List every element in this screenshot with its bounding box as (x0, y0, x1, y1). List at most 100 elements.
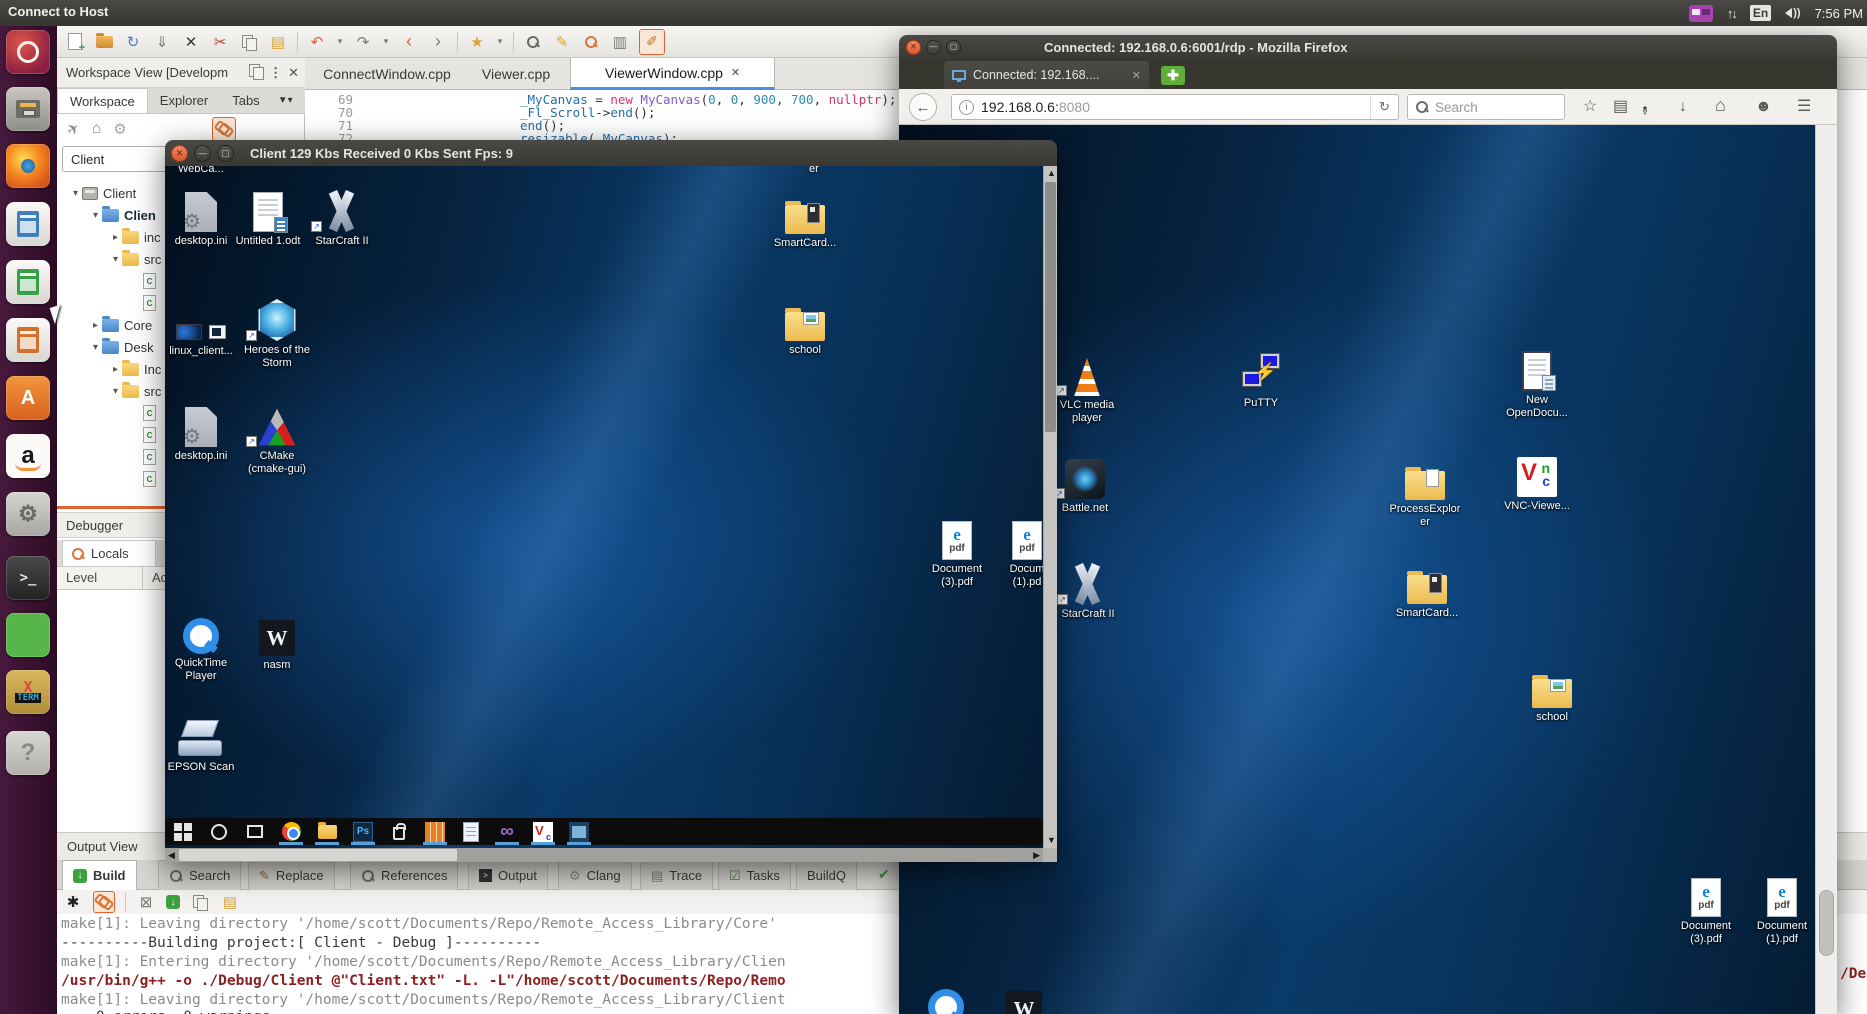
tab-build[interactable]: ↓ Build (62, 860, 137, 890)
clock[interactable]: 7:56 PM (1815, 6, 1863, 21)
save-log-icon[interactable]: ↓ (166, 895, 180, 909)
site-info-icon[interactable]: i (959, 99, 974, 115)
filter-dropdown-icon[interactable]: ▼▾ (272, 88, 299, 113)
desktop-icon-untitled-odt[interactable]: Untitled 1.odt (229, 188, 307, 248)
tab-replace[interactable]: ✎ Replace (248, 860, 335, 890)
back-button[interactable]: ← (909, 93, 937, 121)
remote-desktop[interactable]: WebCa... er ⚙ desktop.ini Untitled 1.odt … (165, 166, 1043, 848)
launcher-settings-icon[interactable]: ⚙ (6, 492, 50, 536)
bookmark-icon[interactable]: ★ (467, 32, 487, 52)
desktop-icon-quicktime-cut[interactable] (907, 981, 985, 1014)
paste-icon[interactable]: ▤ (220, 892, 240, 912)
chrome-icon[interactable] (273, 818, 309, 845)
tab-search[interactable]: Search (158, 860, 242, 890)
minimize-button[interactable]: — (926, 39, 941, 55)
gear-icon[interactable]: ⚙ (113, 120, 126, 138)
spreadsheet-icon[interactable] (417, 818, 453, 845)
cut-icon[interactable]: ✂ (210, 32, 230, 52)
launcher-firefox-icon[interactable] (6, 144, 50, 188)
notepad-icon[interactable] (453, 818, 489, 845)
desktop-icon-nasm[interactable]: Wnasm (238, 612, 316, 672)
project-select[interactable]: Client ▴▾ (62, 146, 174, 172)
bookmark-dropdown-icon[interactable]: ▾ (496, 32, 504, 52)
tab-viewerwindow-cpp[interactable]: ViewerWindow.cpp ✕ (570, 58, 775, 90)
scrollbar-thumb[interactable] (1045, 182, 1056, 432)
pin-icon[interactable]: ✱ (63, 892, 83, 912)
tab-clang[interactable]: ⚙ Clang (558, 860, 632, 890)
scroll-left-icon[interactable]: ◀ (168, 850, 175, 860)
visual-studio-icon[interactable]: ∞ (489, 818, 525, 845)
copy-icon[interactable] (239, 32, 259, 52)
back-icon[interactable]: ‹ (399, 31, 419, 52)
close-button[interactable]: ✕ (171, 144, 188, 162)
desktop-icon-starcraft2[interactable]: ↗ StarCraft II (303, 188, 381, 248)
maximize-button[interactable]: ▢ (217, 144, 234, 162)
clear-icon[interactable]: ⊠ (136, 892, 156, 912)
scroll-up-icon[interactable]: ▲ (1047, 169, 1056, 178)
vertical-scrollbar[interactable]: ▲ ▼ (1043, 166, 1057, 848)
link-scroll-toggle[interactable] (93, 891, 115, 913)
screen-share-icon[interactable] (1688, 4, 1713, 22)
desktop-icon-smartcard[interactable]: SmartCard... (766, 190, 844, 250)
desktop-icon-cmake[interactable]: ↗ CMake (cmake-gui) (238, 403, 316, 476)
forward-icon[interactable]: › (428, 31, 448, 52)
bookmark-star-icon[interactable]: ☆ (1583, 97, 1597, 117)
desktop-icon-putty[interactable]: ⚡ PuTTY (1222, 350, 1300, 410)
tab-viewer-cpp[interactable]: Viewer.cpp (462, 58, 570, 90)
photoshop-icon[interactable]: Ps (345, 818, 381, 845)
close-panel-icon[interactable]: ✕ (288, 65, 299, 81)
close-button[interactable]: ✕ (906, 39, 921, 55)
keyboard-layout-badge[interactable]: En (1749, 5, 1772, 21)
desktop-icon-school[interactable]: school (766, 297, 844, 357)
network-arrows-icon[interactable]: ↑↓ (1727, 6, 1738, 21)
copy-icon[interactable] (190, 892, 210, 912)
desktop-icon-document3-pdf[interactable]: e pdf Document (3).pdf (1667, 873, 1745, 946)
save-icon[interactable]: ⇓ (152, 32, 172, 52)
scroll-down-icon[interactable]: ▼ (1047, 836, 1056, 845)
reload-icon[interactable]: ↻ (1370, 95, 1398, 119)
desktop-icon-desktopini2[interactable]: ⚙ desktop.ini (165, 403, 240, 463)
tab-connectwindow-cpp[interactable]: ConnectWindow.cpp (312, 58, 462, 90)
tab-locals[interactable]: Locals (62, 540, 156, 566)
new-tab-button[interactable]: ✚ (1161, 66, 1185, 85)
column-level[interactable]: Level (57, 567, 143, 589)
launcher-calc-icon[interactable] (6, 260, 50, 304)
minimize-button[interactable]: — (194, 144, 211, 162)
start-button[interactable] (165, 818, 201, 845)
redo-dropdown-icon[interactable]: ▾ (382, 32, 390, 52)
panel-menu-icon[interactable]: ⋮ (269, 65, 282, 81)
search-box[interactable]: Search (1407, 94, 1565, 120)
desktop-icon-battlenet[interactable]: ↗ Battle.net (1046, 455, 1124, 515)
search-icon[interactable] (523, 32, 543, 52)
tab-buildq[interactable]: BuildQ (796, 860, 858, 890)
url-bar[interactable]: i 192.168.0.6: 8080 ↻ (951, 94, 1399, 120)
client-titlebar[interactable]: ✕ — ▢ Client 129 Kbs Received 0 Kbs Sent… (165, 140, 1057, 166)
desktop-icon-smartcard[interactable]: SmartCard... (1388, 560, 1466, 620)
tab-tasks[interactable]: ☑ Tasks (718, 860, 791, 890)
cortana-icon[interactable] (201, 818, 237, 845)
scrollbar-thumb[interactable] (179, 849, 457, 861)
page-scrollbar[interactable] (1815, 125, 1837, 1014)
scrollbar-thumb[interactable] (1819, 890, 1834, 956)
reload-icon[interactable]: ↻ (123, 32, 143, 52)
tab-tabs[interactable]: Tabs (220, 88, 271, 113)
launcher-terminal-icon[interactable]: >_ (6, 556, 50, 600)
paste-icon[interactable]: ▤ (268, 32, 288, 52)
desktop-icon-epson[interactable]: EPSON Scan (165, 714, 240, 774)
close-tab-icon[interactable]: ✕ (731, 66, 740, 79)
close-tab-icon[interactable]: ✕ (1132, 69, 1141, 82)
launcher-files-icon[interactable] (6, 87, 50, 131)
horizontal-scrollbar[interactable]: ◀ ▶ (165, 848, 1043, 862)
scroll-right-icon[interactable]: ▶ (1033, 850, 1040, 860)
shield-icon[interactable]: v (1643, 99, 1647, 119)
tab-workspace[interactable]: Workspace (57, 88, 148, 113)
desktop-icon-document1-pdf[interactable]: e pdf Document (1).pdf (1743, 873, 1821, 946)
find-in-files-icon[interactable] (581, 32, 601, 52)
desktop-icon-linux-client[interactable]: linux_client... (165, 306, 240, 358)
desktop-icon-document3-pdf[interactable]: e pdf Document (3).pdf (918, 516, 996, 589)
home-icon[interactable]: ⌂ (92, 120, 102, 138)
firefox-titlebar[interactable]: ✕ — ▢ Connected: 192.168.0.6:6001/rdp - … (899, 35, 1837, 59)
download-icon[interactable]: ↓ (1679, 97, 1687, 117)
volume-icon[interactable]: )) (1785, 7, 1801, 19)
close-file-icon[interactable]: ✕ (181, 32, 201, 52)
